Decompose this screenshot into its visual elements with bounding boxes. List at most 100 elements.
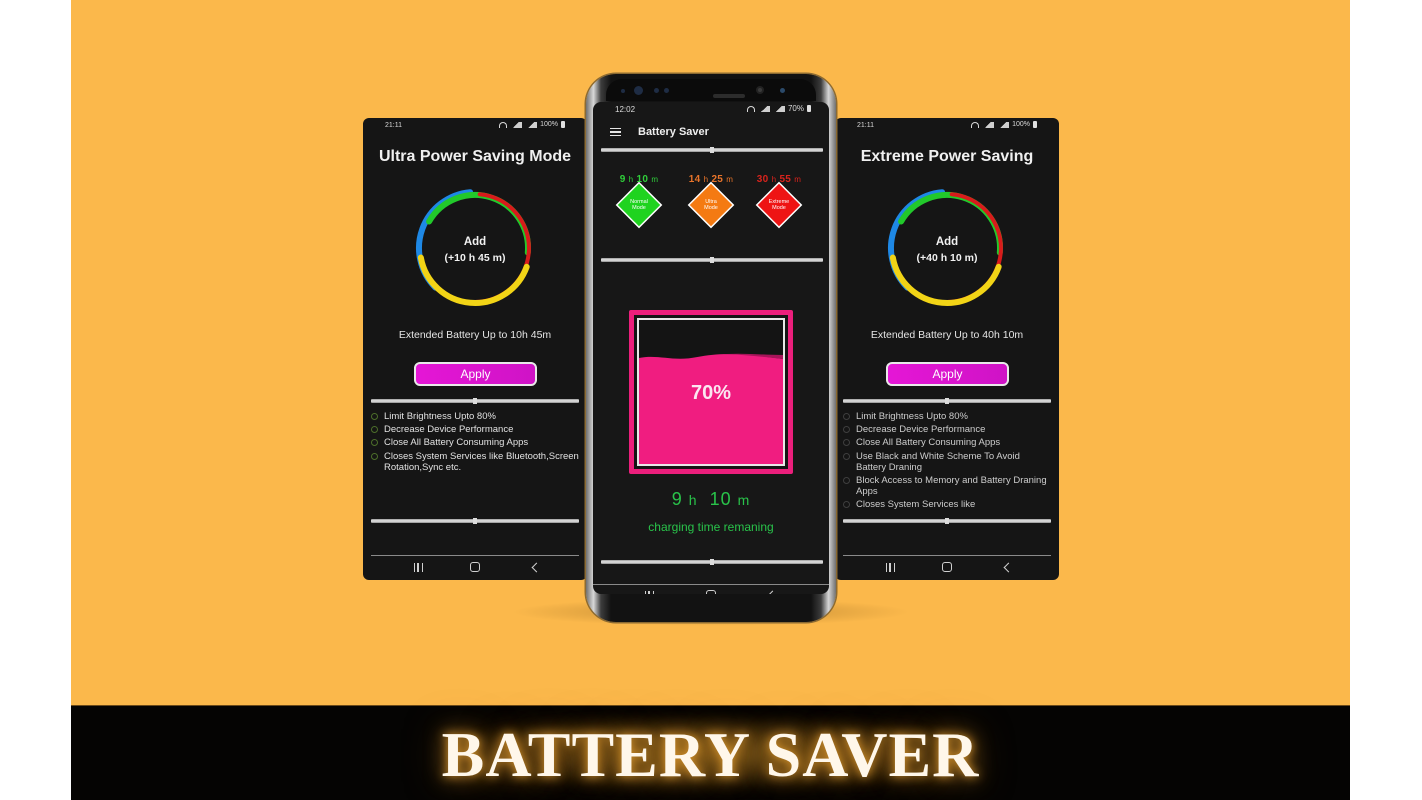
ring-time-label: (+40 h 10 m) xyxy=(916,252,978,264)
ring-add-label: Add xyxy=(935,236,959,248)
apply-button[interactable]: Apply xyxy=(886,362,1009,386)
battery-icon xyxy=(1033,121,1037,128)
extreme-power-saving-screen: 21:11 100% Extreme Power Saving Add (+40… xyxy=(835,118,1059,580)
radio-bullet-icon xyxy=(843,439,850,447)
speaker-grille xyxy=(713,94,745,98)
feature-text: Decrease Device Performance xyxy=(384,424,514,436)
sensor-icon xyxy=(654,88,659,93)
mode-title: Extreme Power Saving xyxy=(860,148,1034,165)
wifi-icon xyxy=(499,121,508,128)
minutes-unit: m xyxy=(651,175,659,184)
feature-item: Block Access to Memory and Battery Drani… xyxy=(843,475,1051,497)
extended-battery-text: Extended Battery Up to 40h 10m xyxy=(870,329,1024,341)
feature-text: Use Black and White Scheme To Avoid Batt… xyxy=(856,450,1020,473)
normal-mode-label: Normal Mode xyxy=(622,199,656,211)
feature-text: Decrease Device Performance xyxy=(856,424,986,436)
home-icon[interactable] xyxy=(470,562,480,572)
radio-bullet-icon xyxy=(843,413,850,420)
ring-arcs-icon xyxy=(416,189,531,306)
feature-item: Limit Brightness Upto 80% xyxy=(843,411,1051,422)
battery-percent-text: 100% xyxy=(540,121,558,128)
back-icon[interactable] xyxy=(767,590,778,594)
feature-item: Limit Brightness Upto 80% xyxy=(371,411,579,422)
feature-text: Close All Battery Consuming Apps xyxy=(384,437,529,449)
battery-saver-screen: 12:02 70% Battery Saver 9 h 10 m Normal … xyxy=(593,102,829,594)
banner-title: BATTERY SAVER xyxy=(441,719,980,790)
nav-divider xyxy=(371,555,579,556)
battery-icon xyxy=(561,121,565,128)
radio-bullet-icon xyxy=(371,426,378,434)
label-line: Mode xyxy=(772,205,786,211)
feature-text: Close All Battery Consuming Apps xyxy=(856,437,1001,449)
label-line: Mode xyxy=(632,205,646,211)
hours-unit: h xyxy=(628,175,634,184)
camera-icon xyxy=(756,86,764,94)
battery-percent-text: 100% xyxy=(1012,121,1030,128)
hours-value: 14 xyxy=(688,174,701,185)
divider xyxy=(843,398,1051,404)
divider xyxy=(371,518,579,524)
ring-add-label: Add xyxy=(463,236,487,248)
normal-mode-option: 9 h 10 m Normal Mode xyxy=(607,174,671,227)
extreme-mode-button[interactable]: Extreme Mode xyxy=(757,183,801,227)
minutes-value: 55 xyxy=(779,174,792,185)
ultra-mode-button[interactable]: Ultra Mode xyxy=(689,183,733,227)
battery-percent-text: 70% xyxy=(787,104,804,113)
feature-text: Limit Brightness Upto 80% xyxy=(856,411,968,422)
divider xyxy=(601,257,823,263)
signal-icon xyxy=(997,121,1010,128)
radio-bullet-icon xyxy=(843,426,850,434)
signal-icon xyxy=(772,105,785,112)
nav-divider xyxy=(593,584,829,585)
signal-icon xyxy=(757,105,770,112)
feature-text: Block Access to Memory and Battery Drani… xyxy=(856,475,1047,498)
status-icons: 100% xyxy=(971,121,1037,128)
normal-mode-button[interactable]: Normal Mode xyxy=(617,183,661,227)
label-line: Mode xyxy=(704,205,718,211)
app-title: Battery Saver xyxy=(638,126,709,138)
red-arc xyxy=(945,192,1003,304)
wifi-icon xyxy=(746,105,755,112)
hours-value: 30 xyxy=(756,174,769,185)
signal-icon xyxy=(525,121,538,128)
radio-bullet-icon xyxy=(371,452,378,460)
hours-unit: h xyxy=(771,175,777,184)
radio-bullet-icon xyxy=(843,501,850,509)
minutes-unit: m xyxy=(726,175,734,184)
feature-item: Decrease Device Performance xyxy=(371,424,579,435)
nav-bar xyxy=(363,558,587,580)
yellow-arc xyxy=(889,254,1002,306)
home-icon[interactable] xyxy=(706,590,716,594)
battery-wave xyxy=(639,354,783,367)
hamburger-menu-icon[interactable] xyxy=(610,128,621,136)
front-camera-icon xyxy=(634,86,643,95)
radio-bullet-icon xyxy=(371,413,378,420)
back-icon[interactable] xyxy=(1003,562,1014,573)
remaining-time: 9 h 10 m xyxy=(593,489,829,510)
recent-apps-icon[interactable] xyxy=(645,591,654,594)
hours-value: 9 xyxy=(619,174,626,185)
center-phone-device: 12:02 70% Battery Saver 9 h 10 m Normal … xyxy=(586,74,836,622)
back-icon[interactable] xyxy=(531,562,542,573)
radio-bullet-icon xyxy=(843,477,850,485)
extreme-mode-label: Extreme Mode xyxy=(762,199,796,211)
minutes-unit: m xyxy=(737,492,751,508)
status-icons: 70% xyxy=(746,104,811,113)
ultra-power-saving-screen: 21:11 100% Ultra Power Saving Mode Add (… xyxy=(363,118,587,580)
promo-canvas: 21:11 100% Ultra Power Saving Mode Add (… xyxy=(71,0,1350,800)
ultra-mode-option: 14 h 25 m Ultra Mode xyxy=(679,174,743,227)
status-icons: 100% xyxy=(499,121,565,128)
home-icon[interactable] xyxy=(942,562,952,572)
recent-apps-icon[interactable] xyxy=(886,563,895,572)
time-ring: Add (+10 h 45 m) xyxy=(413,186,537,310)
ultra-mode-label: Ultra Mode xyxy=(694,199,728,211)
sensor-icon xyxy=(621,89,625,93)
recent-apps-icon[interactable] xyxy=(414,563,423,572)
signal-icon xyxy=(982,121,995,128)
apply-button[interactable]: Apply xyxy=(414,362,537,386)
ring-arcs-icon xyxy=(888,189,1003,306)
status-bar: 21:11 100% xyxy=(363,118,587,134)
hours-value: 9 xyxy=(671,489,683,509)
battery-level-gauge: 70% xyxy=(629,310,793,474)
feature-item: Use Black and White Scheme To Avoid Batt… xyxy=(843,451,1051,473)
